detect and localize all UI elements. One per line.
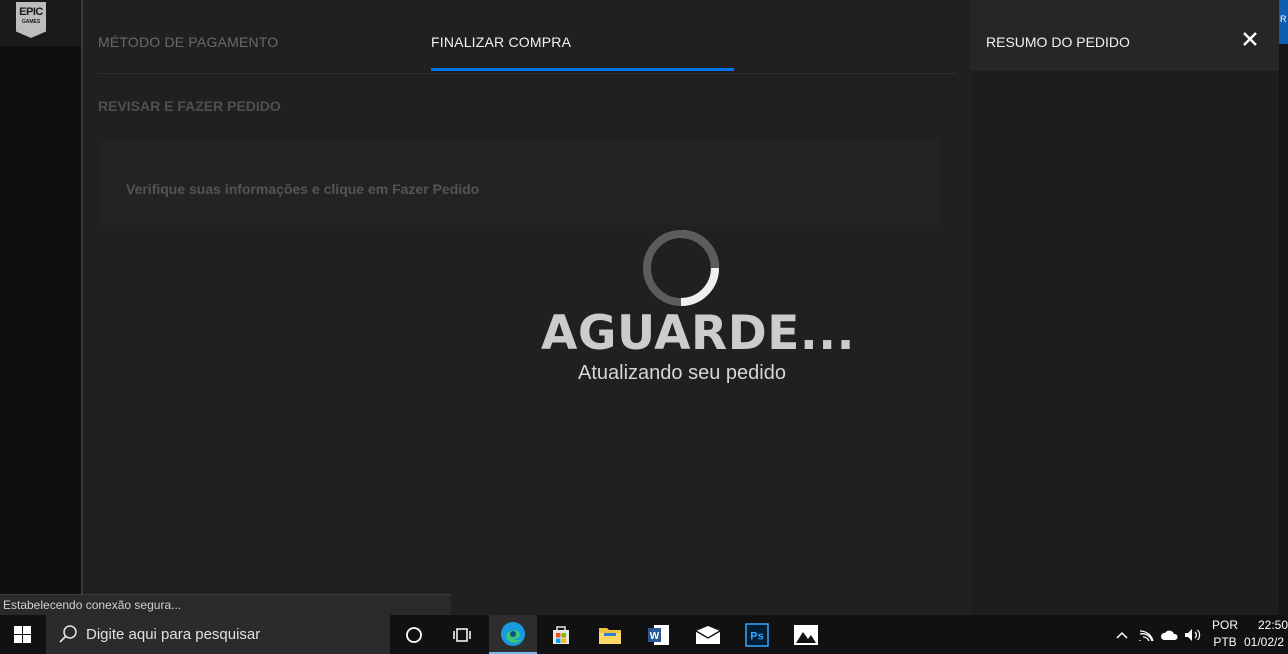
- active-tab-indicator: [431, 68, 734, 71]
- tab-payment-method[interactable]: MÉTODO DE PAGAMENTO: [98, 34, 278, 50]
- logo-text: EPIC: [19, 6, 43, 18]
- taskbar-photos[interactable]: [782, 615, 830, 654]
- tray-network[interactable]: [1136, 615, 1156, 654]
- logo-subtext: GAMES: [21, 19, 41, 25]
- windows-logo-icon: [14, 626, 31, 643]
- loading-title: AGUARDE...: [541, 306, 855, 361]
- search-placeholder: Digite aqui para pesquisar: [86, 626, 261, 643]
- browser-status-bar: Estabelecendo conexão segura...: [0, 594, 451, 615]
- taskbar-photoshop[interactable]: Ps: [733, 615, 781, 654]
- microsoft-store-icon: [553, 625, 569, 644]
- windows-taskbar: Digite aqui para pesquisar W Ps POR PTB …: [0, 615, 1288, 654]
- language-code: POR: [1211, 618, 1238, 632]
- photoshop-icon: Ps: [745, 622, 769, 647]
- taskbar-edge[interactable]: [489, 615, 537, 654]
- mail-icon: [695, 625, 721, 644]
- taskbar-store[interactable]: [537, 615, 585, 654]
- word-icon: W: [648, 624, 669, 645]
- left-sidebar: EPIC GAMES: [0, 0, 82, 615]
- order-summary-header: RESUMO DO PEDIDO: [970, 0, 1279, 71]
- cortana-icon: [406, 626, 422, 643]
- clock-date: 01/02/2: [1244, 635, 1285, 649]
- tab-divider: [98, 73, 956, 74]
- edge-browser-icon: [501, 621, 525, 646]
- tab-finalize-purchase[interactable]: FINALIZAR COMPRA: [431, 34, 571, 50]
- cortana-button[interactable]: [390, 615, 438, 654]
- section-title: REVISAR E FAZER PEDIDO: [98, 98, 281, 114]
- order-summary-panel: RESUMO DO PEDIDO: [970, 0, 1279, 615]
- language-indicator[interactable]: POR PTB: [1210, 617, 1240, 651]
- taskbar-search-box[interactable]: Digite aqui para pesquisar: [46, 615, 390, 654]
- cloud-icon: [1160, 630, 1178, 640]
- photos-icon: [794, 624, 818, 645]
- svg-text:Ps: Ps: [750, 630, 763, 642]
- close-icon: [1243, 32, 1257, 46]
- loading-spinner-icon: [643, 230, 719, 306]
- task-view-icon: [453, 627, 471, 642]
- review-info-text: Verifique suas informações e clique em F…: [126, 181, 480, 197]
- task-view-button[interactable]: [438, 615, 486, 654]
- tray-show-hidden[interactable]: [1112, 615, 1132, 654]
- order-summary-title: RESUMO DO PEDIDO: [986, 34, 1130, 50]
- clock-time: 22:50: [1257, 618, 1288, 632]
- tray-onedrive[interactable]: [1158, 615, 1180, 654]
- tray-volume[interactable]: [1183, 615, 1203, 654]
- review-info-box: Verifique suas informações e clique em F…: [98, 138, 941, 225]
- taskbar-clock[interactable]: 22:50 01/02/2: [1244, 617, 1288, 651]
- volume-icon: [1185, 628, 1201, 641]
- keyboard-layout: PTB: [1213, 635, 1237, 649]
- folder-icon: [599, 627, 621, 644]
- taskbar-file-explorer[interactable]: [586, 615, 634, 654]
- loading-subtitle: Atualizando seu pedido: [578, 362, 786, 384]
- search-icon: [59, 625, 77, 643]
- taskbar-word[interactable]: W: [635, 615, 683, 654]
- taskbar-mail[interactable]: [684, 615, 732, 654]
- background-window-edge: R: [1279, 0, 1288, 615]
- start-button[interactable]: [0, 615, 45, 654]
- epic-games-logo[interactable]: EPIC GAMES: [16, 2, 46, 38]
- svg-text:W: W: [650, 631, 660, 642]
- close-button[interactable]: [1237, 26, 1263, 52]
- network-icon: [1139, 629, 1154, 641]
- edge-letter: R: [1280, 14, 1287, 24]
- chevron-up-icon: [1116, 631, 1128, 639]
